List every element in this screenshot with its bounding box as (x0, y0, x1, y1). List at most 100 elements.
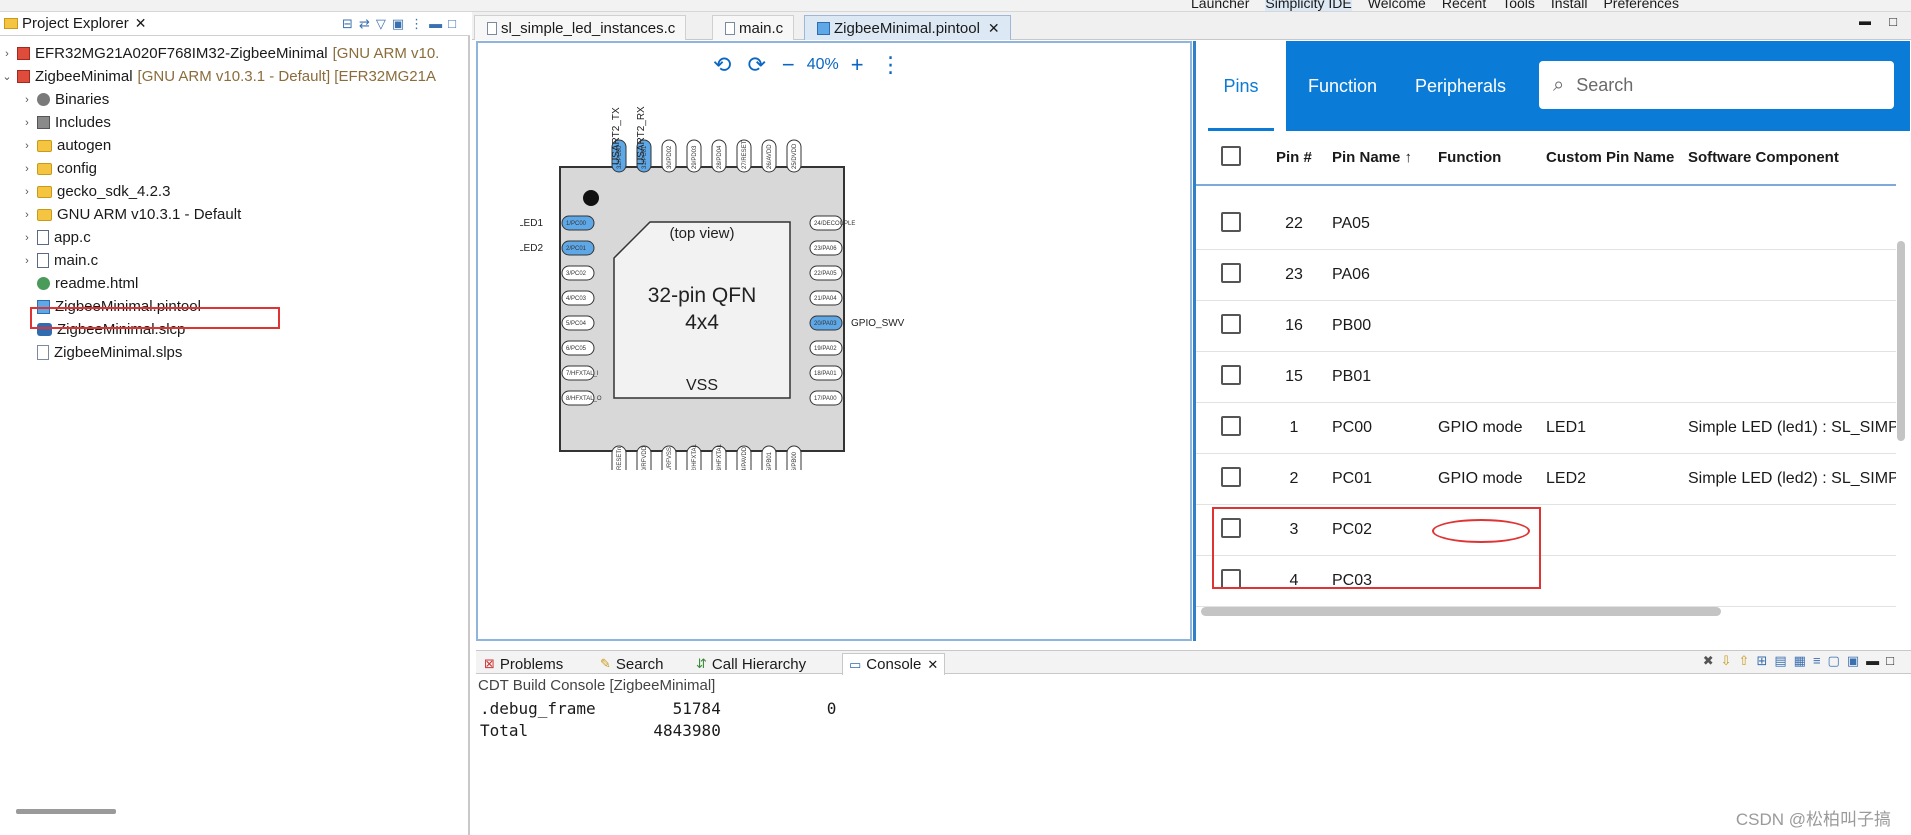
zoom-in-icon[interactable]: + (851, 52, 864, 78)
horizontal-scrollbar[interactable] (1201, 607, 1721, 616)
maximize-icon[interactable]: □ (1886, 653, 1901, 669)
tab-search[interactable]: ✎ Search (594, 653, 669, 675)
clear-console-icon[interactable]: ▤ (1774, 653, 1793, 669)
maximize-icon[interactable]: □ (448, 16, 462, 31)
row-checkbox[interactable] (1221, 466, 1241, 487)
perspective-welcome[interactable]: Welcome (1368, 0, 1426, 11)
tree-item[interactable]: › config (20, 157, 97, 180)
row-checkbox-cell (1196, 262, 1266, 288)
horizontal-scrollbar[interactable] (16, 809, 116, 814)
table-row[interactable]: 1 PC00 GPIO mode LED1 Simple LED (led1) : SL… (1196, 403, 1896, 454)
tree-item-label: readme.html (55, 275, 139, 292)
chevron-right-icon[interactable]: › (20, 255, 34, 267)
table-row[interactable]: 2 PC01 GPIO mode LED2 Simple LED (led2) : SL… (1196, 454, 1896, 505)
display-selected-icon[interactable]: ▢ (1828, 653, 1847, 669)
column-pin-number[interactable]: Pin # (1266, 149, 1322, 166)
tab-call-hierarchy[interactable]: ⇵ Call Hierarchy (690, 653, 812, 675)
tab-main-c[interactable]: main.c (712, 15, 795, 40)
row-checkbox[interactable] (1221, 262, 1241, 283)
console-title: CDT Build Console [ZigbeeMinimal] (478, 677, 716, 694)
tab-problems[interactable]: ⊠ Problems (478, 653, 569, 675)
minimize-icon[interactable]: ▬ (429, 16, 448, 31)
perspective-install[interactable]: Install (1551, 0, 1588, 11)
search-input[interactable]: ⌕ Search (1539, 61, 1894, 109)
zoom-out-icon[interactable]: − (782, 52, 795, 78)
tree-item[interactable]: › main.c (20, 249, 98, 272)
pin-console-icon[interactable]: ⊞ (1756, 653, 1774, 669)
column-function[interactable]: Function (1428, 149, 1536, 166)
more-options-icon[interactable]: ⋮ (880, 52, 902, 78)
tab-pins[interactable]: Pins (1196, 41, 1286, 131)
view-menu-icon[interactable]: ⋮ (410, 16, 429, 31)
column-custom-pin-name[interactable]: Custom Pin Name (1536, 149, 1678, 166)
row-checkbox-cell (1196, 415, 1266, 441)
collapse-all-icon[interactable]: ⊟ (342, 16, 359, 31)
maximize-icon[interactable]: □ (1889, 14, 1897, 29)
tree-item[interactable]: › EFR32MG21A020F768IM32-ZigbeeMinimal [GNU… (0, 42, 439, 65)
close-icon[interactable]: ✕ (927, 657, 938, 673)
tree-item[interactable]: › autogen (20, 134, 111, 157)
table-row[interactable]: 16 PB00 (1196, 301, 1896, 352)
project-icon (17, 70, 30, 83)
minimize-icon[interactable]: ▬ (1866, 653, 1886, 669)
tree-item[interactable]: ⌄ ZigbeeMinimal [GNU ARM v10.3.1 - Default… (0, 65, 436, 88)
perspective-launcher[interactable]: Launcher (1191, 0, 1249, 11)
word-wrap-icon[interactable]: ≡ (1813, 653, 1828, 669)
chevron-right-icon[interactable]: › (20, 94, 34, 106)
row-checkbox[interactable] (1221, 313, 1241, 334)
tree-item[interactable]: readme.html (20, 272, 138, 295)
tree-item[interactable]: › GNU ARM v10.3.1 - Default (20, 203, 241, 226)
console-toolbar: ✖ ⇩ ⇧ ⊞ ▤ ▦ ≡ ▢ ▣ ▬ □ (1703, 653, 1901, 669)
tree-item[interactable]: › Binaries (20, 88, 109, 111)
tab-peripherals[interactable]: Peripherals (1415, 41, 1506, 131)
select-all-checkbox[interactable] (1221, 145, 1241, 166)
scroll-lock-icon[interactable]: ▦ (1794, 653, 1813, 669)
chevron-right-icon[interactable]: › (20, 117, 34, 129)
scroll-up-icon[interactable]: ⇧ (1739, 653, 1757, 669)
row-checkbox[interactable] (1221, 364, 1241, 385)
perspective-recent[interactable]: Recent (1442, 0, 1486, 11)
open-console-icon[interactable]: ▣ (1847, 653, 1866, 669)
tab-sl-simple-led-instances[interactable]: sl_simple_led_instances.c (474, 15, 687, 40)
vertical-scrollbar[interactable] (1897, 241, 1905, 441)
chevron-right-icon[interactable]: › (20, 209, 34, 221)
tree-item[interactable]: › app.c (20, 226, 91, 249)
row-checkbox[interactable] (1221, 415, 1241, 436)
tab-console[interactable]: ▭ Console ✕ (842, 653, 946, 675)
pin1-marker (583, 190, 599, 206)
perspective-simplicity-ide[interactable]: Simplicity IDE (1265, 0, 1352, 11)
chevron-right-icon[interactable]: › (20, 140, 34, 152)
terminate-icon[interactable]: ✖ (1703, 653, 1721, 669)
perspective-preferences[interactable]: Preferences (1603, 0, 1678, 11)
chevron-right-icon[interactable]: › (20, 186, 34, 198)
tab-function[interactable]: Function (1308, 41, 1377, 131)
tree-item[interactable]: › gecko_sdk_4.2.3 (20, 180, 170, 203)
table-row[interactable]: 23 PA06 (1196, 250, 1896, 301)
close-icon[interactable]: ✕ (135, 15, 147, 32)
console-view[interactable]: CDT Build Console [ZigbeeMinimal] .debug… (476, 675, 1911, 835)
column-software-component[interactable]: Software Component (1678, 149, 1896, 166)
pin-label-gpio-swv: GPIO_SWV (851, 318, 905, 329)
link-editor-icon[interactable]: ⇄ (359, 16, 376, 31)
minimize-icon[interactable]: ▬ (1859, 14, 1871, 28)
chevron-right-icon[interactable]: › (20, 232, 34, 244)
rotate-left-icon[interactable]: ⟲ (713, 52, 731, 78)
new-folder-icon[interactable]: ▣ (392, 16, 410, 31)
filter-icon[interactable]: ▽ (376, 16, 392, 31)
tree-item[interactable]: › Includes (20, 111, 111, 134)
chevron-down-icon[interactable]: ⌄ (0, 70, 14, 83)
column-pin-name[interactable]: Pin Name ↑ (1322, 149, 1428, 166)
row-checkbox[interactable] (1221, 211, 1241, 232)
perspective-tools[interactable]: Tools (1502, 0, 1535, 11)
scroll-down-icon[interactable]: ⇩ (1721, 653, 1739, 669)
tree-item[interactable]: ZigbeeMinimal.slps (20, 341, 182, 364)
close-icon[interactable]: ✕ (988, 20, 1000, 37)
tree-item-label: ZigbeeMinimal (35, 68, 133, 85)
chevron-right-icon[interactable]: › (20, 163, 34, 175)
project-explorer-tab[interactable]: Project Explorer ✕ ⊟⇄▽▣⋮▬□ (0, 12, 470, 36)
chevron-right-icon[interactable]: › (0, 48, 14, 60)
table-row[interactable]: 15 PB01 (1196, 352, 1896, 403)
rotate-right-icon[interactable]: ⟳ (747, 52, 765, 78)
table-row[interactable]: 22 PA05 (1196, 199, 1896, 250)
tab-zigbeeminimal-pintool[interactable]: ZigbeeMinimal.pintool ✕ (804, 15, 1011, 40)
